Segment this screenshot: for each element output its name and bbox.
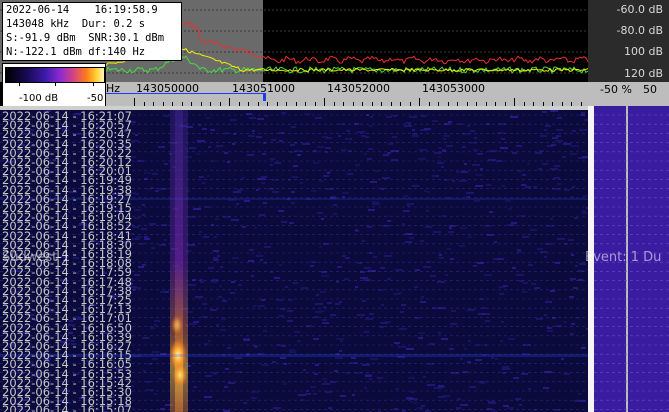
db-label: -60.0 dB (616, 3, 664, 16)
pct-label: -50 % (600, 83, 632, 96)
legend-tick (93, 82, 94, 86)
color-gradient (5, 67, 105, 83)
frequency-marker-handle[interactable] (263, 93, 266, 101)
info-noise: N:-122.1 dBm (6, 46, 82, 58)
frequency-marker-line (106, 93, 266, 94)
percent-axis: -50 % 50 (588, 82, 669, 106)
info-duration: Dur: 0.2 s (81, 18, 146, 30)
legend-max-label: -50 (87, 93, 104, 104)
info-date: 2022-06-14 (6, 4, 70, 16)
db-label: -80.0 dB (616, 24, 664, 37)
timestamp-label: 2022-06-14 - 16:15:07 (2, 403, 132, 412)
freq-label: 143052000 (327, 82, 390, 95)
freq-tick (324, 98, 325, 106)
pct-label: 50 (643, 83, 657, 96)
legend-min-label: -100 dB (19, 93, 59, 104)
meteor-label: Südwest-1 (2, 250, 71, 265)
legend-tick (55, 82, 56, 86)
frequency-axis[interactable]: Hz 143050000 143051000 143052000 1430530… (106, 82, 588, 106)
freq-label: 143053000 (422, 82, 485, 95)
db-label: 120 dB (623, 67, 663, 80)
info-signal: S:-91.9 dBm (6, 32, 76, 44)
info-snr: SNR:30.1 dBm (88, 32, 165, 44)
event-label: Event: 1 Du (585, 250, 662, 265)
freq-tick (134, 98, 135, 106)
color-legend: -100 dB -50 (2, 63, 106, 107)
db-scale: -60.0 dB -80.0 dB 100 dB 120 dB (588, 0, 669, 82)
info-freq: 143048 kHz (6, 18, 70, 30)
spectrum-lab-window: -60.0 dB -80.0 dB 100 dB 120 dB 2022-06-… (0, 0, 669, 412)
signal-info-box: 2022-06-14 16:19:58.9 143048 kHz Dur: 0.… (2, 2, 182, 61)
info-df: df:140 Hz (88, 46, 146, 58)
legend-tick (19, 82, 20, 86)
db-label: 100 dB (623, 45, 663, 58)
info-time: 16:19:58.9 (94, 4, 158, 16)
freq-tick (229, 98, 230, 106)
freq-tick (419, 98, 420, 106)
freq-tick (514, 98, 515, 106)
